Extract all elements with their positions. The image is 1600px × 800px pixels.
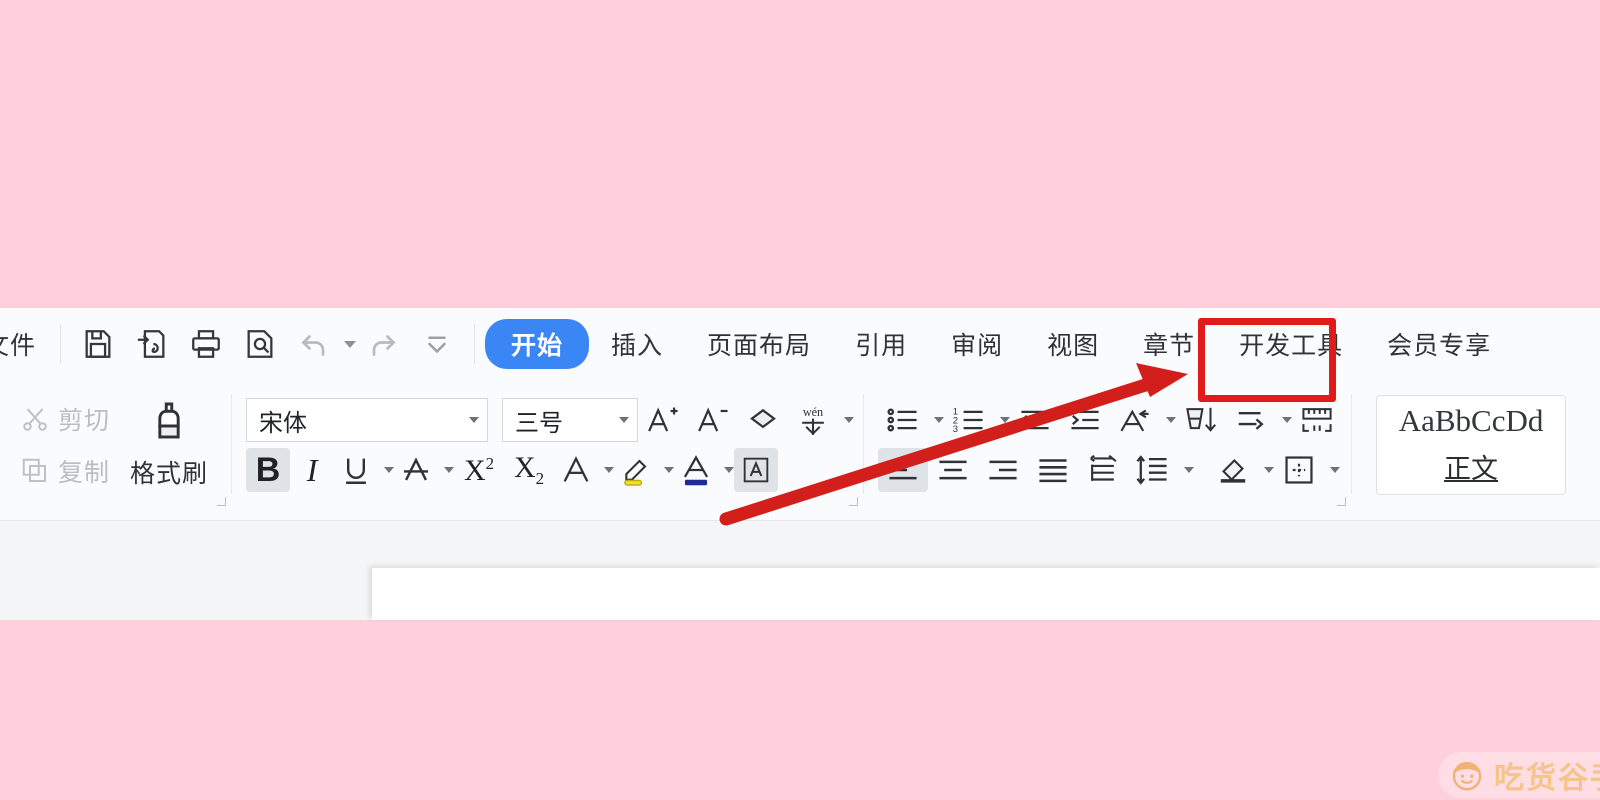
font-color-caret-icon[interactable] xyxy=(724,467,735,473)
tab-page-layout[interactable]: 页面布局 xyxy=(685,320,833,368)
text-effects-caret-icon[interactable] xyxy=(604,467,615,473)
strikethrough-button[interactable] xyxy=(394,448,438,492)
shading-button[interactable] xyxy=(1208,448,1258,492)
redo-icon[interactable] xyxy=(360,321,406,367)
font-name-input[interactable]: 宋体 xyxy=(246,398,489,442)
ribbon-content-start: 剪切 复制 格式刷 宋体 三号 wén B I X2 X2 1 2 3 AaBb… xyxy=(0,380,1600,508)
tab-sections[interactable]: 章节 xyxy=(1121,320,1217,368)
copy-button[interactable]: 复制 xyxy=(14,445,116,497)
tab-start[interactable]: 开始 xyxy=(485,319,590,369)
undo-icon[interactable] xyxy=(291,321,337,367)
shading-caret-icon[interactable] xyxy=(1264,467,1275,473)
cut-button[interactable]: 剪切 xyxy=(14,393,116,445)
ribbon-tabs: 开始 插入 页面布局 引用 审阅 视图 章节 开发工具 会员专享 xyxy=(485,319,1513,369)
subscript-button[interactable]: X2 xyxy=(504,448,554,492)
style-sample-text: AaBbCcDd xyxy=(1398,403,1544,439)
print-icon[interactable] xyxy=(183,321,229,367)
chinese-layout-caret-icon[interactable] xyxy=(1166,417,1177,423)
tab-view[interactable]: 视图 xyxy=(1025,320,1121,368)
style-name-text: 正文 xyxy=(1444,453,1499,484)
font-size-caret-icon[interactable] xyxy=(619,417,630,423)
copy-label: 复制 xyxy=(58,459,111,487)
clear-format-button[interactable] xyxy=(738,398,788,442)
watermark-text: 吃货谷手游 xyxy=(1494,762,1600,795)
ribbon-group-paragraph: 1 2 3 xyxy=(864,382,1353,508)
text-effects-button[interactable] xyxy=(554,448,598,492)
print-preview-icon[interactable] xyxy=(237,321,283,367)
tab-references[interactable]: 引用 xyxy=(833,320,929,368)
format-painter-label: 格式刷 xyxy=(130,460,209,488)
highlight-button[interactable] xyxy=(614,448,658,492)
tab-member-exclusive[interactable]: 会员专享 xyxy=(1365,320,1513,368)
numbering-button[interactable]: 1 2 3 xyxy=(944,398,994,442)
borders-button[interactable] xyxy=(1274,448,1324,492)
borders-caret-icon[interactable] xyxy=(1330,467,1341,473)
align-right-button[interactable] xyxy=(978,448,1028,492)
ribbon-group-clipboard: 剪切 复制 格式刷 xyxy=(0,382,233,508)
svg-text:3: 3 xyxy=(953,424,958,435)
undo-dropdown-caret-icon[interactable] xyxy=(344,340,357,348)
underline-caret-icon[interactable] xyxy=(384,467,395,473)
tab-review[interactable]: 审阅 xyxy=(929,320,1025,368)
bold-button[interactable]: B xyxy=(246,448,291,492)
file-menu-button[interactable]: 文件 xyxy=(0,326,50,362)
watermark: 吃货谷手游 xyxy=(1438,752,1600,798)
font-size-value: 三号 xyxy=(515,409,564,437)
format-painter-button[interactable]: 格式刷 xyxy=(116,400,222,490)
ribbon-group-font: 宋体 三号 wén B I X2 X2 xyxy=(232,382,865,508)
line-spacing-caret-icon[interactable] xyxy=(1184,467,1195,473)
italic-button[interactable]: I xyxy=(290,448,334,492)
pinyin-caret-icon[interactable] xyxy=(844,417,855,423)
grow-font-button[interactable] xyxy=(638,398,688,442)
ribbon-group-styles: AaBbCcDd 正文 xyxy=(1352,382,1576,508)
highlight-caret-icon[interactable] xyxy=(664,467,675,473)
style-card-body-text[interactable]: AaBbCcDd 正文 xyxy=(1376,395,1567,495)
paragraph-dialog-launcher[interactable] xyxy=(1337,497,1347,506)
increase-indent-button[interactable] xyxy=(1060,398,1110,442)
distribute-button[interactable] xyxy=(1078,448,1128,492)
superscript-button[interactable]: X2 xyxy=(454,448,504,492)
font-dialog-launcher[interactable] xyxy=(849,497,859,506)
face-icon xyxy=(1452,761,1482,791)
character-border-button[interactable] xyxy=(734,448,779,492)
chinese-layout-button[interactable] xyxy=(1110,398,1160,442)
decrease-indent-button[interactable] xyxy=(1010,398,1060,442)
shrink-font-button[interactable] xyxy=(688,398,738,442)
font-name-caret-icon[interactable] xyxy=(469,417,480,423)
line-spacing-button[interactable] xyxy=(1128,448,1178,492)
align-center-button[interactable] xyxy=(928,448,978,492)
document-page[interactable] xyxy=(372,568,1600,620)
ribbon-tab-strip: 文件 xyxy=(0,308,1600,380)
tab-insert[interactable]: 插入 xyxy=(589,320,685,368)
underline-button[interactable] xyxy=(334,448,378,492)
sort-button[interactable] xyxy=(1176,398,1226,442)
justify-button[interactable] xyxy=(1028,448,1078,492)
ruler-button[interactable] xyxy=(1292,398,1342,442)
numbering-caret-icon[interactable] xyxy=(1000,417,1011,423)
cut-label: 剪切 xyxy=(58,407,111,435)
tab-developer-tools[interactable]: 开发工具 xyxy=(1217,320,1365,368)
clipboard-dialog-launcher[interactable] xyxy=(217,497,227,506)
toolbar-divider-1 xyxy=(60,324,62,364)
font-size-input[interactable]: 三号 xyxy=(502,398,639,442)
font-name-value: 宋体 xyxy=(259,409,308,437)
toolbar-divider-2 xyxy=(474,324,476,364)
font-color-button[interactable] xyxy=(674,448,718,492)
bullets-caret-icon[interactable] xyxy=(934,417,945,423)
output-pdf-icon[interactable] xyxy=(129,321,175,367)
strikethrough-caret-icon[interactable] xyxy=(444,467,455,473)
bullets-button[interactable] xyxy=(878,398,928,442)
show-marks-caret-icon[interactable] xyxy=(1282,417,1293,423)
svg-text:wén: wén xyxy=(803,405,823,419)
show-marks-button[interactable] xyxy=(1226,398,1276,442)
pinyin-guide-button[interactable]: wén xyxy=(788,398,838,442)
save-icon[interactable] xyxy=(75,321,121,367)
customize-quick-access-icon[interactable] xyxy=(414,321,460,367)
align-left-button[interactable] xyxy=(878,448,929,492)
